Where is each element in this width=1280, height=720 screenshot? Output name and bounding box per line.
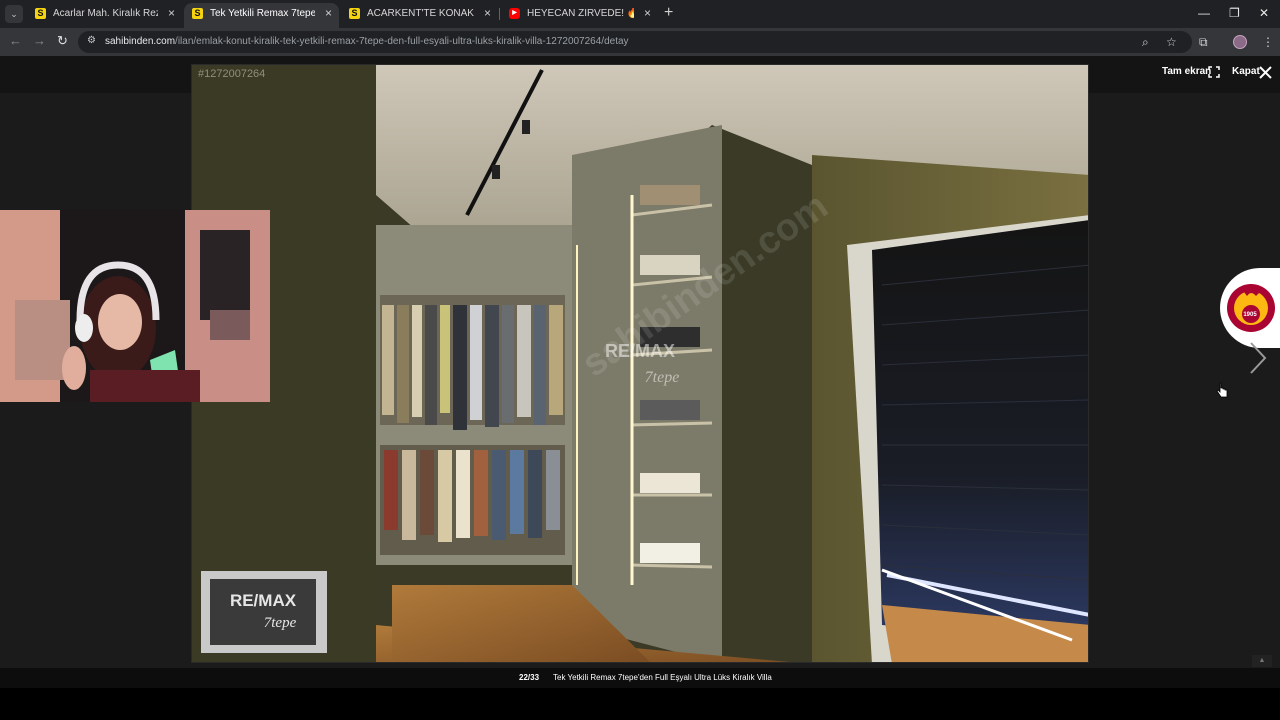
fullscreen-icon[interactable]: [1208, 66, 1220, 78]
tab-title: HEYECAN ZİRVEDE! 🔥 | PMSL: [527, 8, 634, 19]
tab-separator: [499, 8, 500, 20]
tab-search-button[interactable]: ⌄: [5, 5, 23, 23]
tab-title: ACARKENT'TE KONAKLAR MAN: [367, 8, 474, 19]
streamer-webcam-image: [0, 210, 270, 402]
gallery-photo[interactable]: RE/MAX 7tepe sahibinden.com RE/MAX 7tepe…: [191, 64, 1089, 663]
galatasaray-logo-icon: 1905: [1227, 284, 1275, 332]
badge-year: 1905: [1243, 312, 1257, 318]
listing-number: #1272007264: [198, 68, 266, 80]
browser-toolbar: ← → ↻ ⚙ sahibinden.com/ilan/emlak-konut-…: [0, 28, 1280, 56]
url-path: /ilan/emlak-konut-kiralik-tek-yetkili-re…: [175, 36, 629, 47]
tab-acarkent[interactable]: S ACARKENT'TE KONAKLAR MAN ×: [341, 3, 498, 28]
browser-menu-icon[interactable]: ⋮: [1262, 34, 1274, 50]
remax-logo-sub: 7tepe: [264, 615, 297, 631]
image-caption: Tek Yetkili Remax 7tepe'den Full Eşyalı …: [553, 673, 772, 682]
close-tab-icon[interactable]: ×: [484, 6, 491, 20]
close-tab-icon[interactable]: ×: [644, 6, 651, 20]
close-button[interactable]: Kapat: [1232, 66, 1260, 78]
address-bar[interactable]: ⚙ sahibinden.com/ilan/emlak-konut-kirali…: [78, 31, 1192, 53]
page: RE/MAX 7tepe sahibinden.com RE/MAX 7tepe…: [0, 56, 1280, 720]
url-text[interactable]: sahibinden.com/ilan/emlak-konut-kiralik-…: [105, 36, 629, 48]
close-tab-icon[interactable]: ×: [168, 6, 175, 20]
tab-strip: ⌄ S Acarlar Mah. Kiralık Rezidans, V × S…: [0, 0, 1280, 28]
walk-in-closet-photo: RE/MAX 7tepe sahibinden.com RE/MAX 7tepe: [192, 65, 1088, 662]
close-tab-icon[interactable]: ×: [325, 6, 332, 20]
minimize-icon[interactable]: —: [1198, 5, 1210, 21]
site-info-icon[interactable]: ⚙: [87, 35, 99, 47]
tab-title: Acarlar Mah. Kiralık Rezidans, V: [53, 8, 158, 19]
remax-logo-brand: RE/MAX: [230, 591, 297, 610]
tab-title: Tek Yetkili Remax 7tepe'den Full: [210, 8, 315, 19]
tab-remax-villa[interactable]: S Tek Yetkili Remax 7tepe'den Full ×: [184, 3, 339, 28]
hand-cursor-icon: [1216, 382, 1228, 398]
sahibinden-favicon-icon: S: [349, 8, 360, 19]
profile-avatar[interactable]: [1233, 35, 1247, 49]
gallery-caption-bar: 22/33 Tek Yetkili Remax 7tepe'den Full E…: [0, 668, 1280, 688]
extensions-icon[interactable]: ⧉: [1199, 34, 1208, 50]
photo-brand-watermark-sub: 7tepe: [645, 369, 680, 386]
sahibinden-favicon-icon: S: [192, 8, 203, 19]
fullscreen-button[interactable]: Tam ekran: [1162, 66, 1211, 78]
window-close-icon[interactable]: ✕: [1259, 5, 1269, 21]
tab-youtube-pmsl[interactable]: ▶ HEYECAN ZİRVEDE! 🔥 | PMSL ×: [501, 3, 658, 28]
scroll-top-button[interactable]: ▲: [1252, 655, 1272, 667]
forward-icon[interactable]: →: [33, 33, 46, 49]
webcam-overlay: [0, 210, 270, 402]
back-icon[interactable]: ←: [9, 33, 22, 49]
restore-icon[interactable]: ❐: [1229, 5, 1240, 21]
close-icon[interactable]: [1259, 66, 1272, 79]
galatasaray-badge: 1905: [1220, 268, 1280, 348]
new-tab-button[interactable]: +: [664, 5, 673, 21]
url-host: sahibinden.com: [105, 36, 176, 47]
zoom-icon[interactable]: ⌕: [1142, 34, 1149, 50]
page-footer-area: [0, 688, 1280, 720]
sahibinden-favicon-icon: S: [35, 8, 46, 19]
reload-icon[interactable]: ↻: [57, 33, 68, 49]
image-counter: 22/33: [519, 673, 540, 682]
youtube-favicon-icon: ▶: [509, 8, 520, 19]
remax-logo-bg: [210, 579, 316, 645]
tab-acarlar[interactable]: S Acarlar Mah. Kiralık Rezidans, V ×: [27, 3, 182, 28]
bookmark-star-icon[interactable]: ☆: [1166, 34, 1177, 50]
next-image-arrow-icon[interactable]: [1248, 340, 1268, 376]
